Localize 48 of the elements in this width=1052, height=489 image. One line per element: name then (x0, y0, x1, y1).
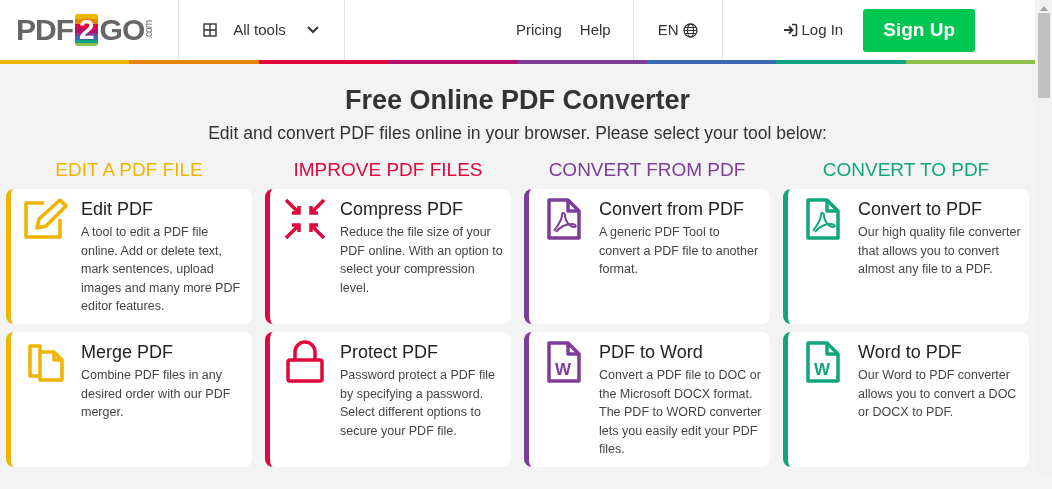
page-title: Free Online PDF Converter (343, 84, 692, 117)
tool-card[interactable]: Edit PDF A tool to edit a PDF file online. Add or delete text, mark sentences, upload images and many more PDF editor features. (6, 189, 252, 325)
section-heading: EDIT A PDF FILE (54, 158, 204, 182)
login-link[interactable]: Log In (782, 18, 844, 42)
language-selector[interactable]: EN (645, 12, 710, 48)
tool-description: A tool to edit a PDF file online. Add or delete text, mark sentences, upload images and many more PDF editor features. (81, 224, 242, 316)
tool-description: Our high quality file converter that allows you to convert almost any file to a PDF. (858, 224, 1021, 279)
all-tools-dropdown[interactable]: All tools (195, 12, 328, 48)
padlock-icon (285, 340, 325, 385)
tool-title: PDF to Word (599, 342, 704, 365)
tool-title: Convert from PDF (599, 199, 746, 222)
section-heading: CONVERT TO PDF (821, 158, 991, 182)
tool-title: Merge PDF (81, 342, 175, 365)
tool-title: Protect PDF (340, 342, 440, 365)
tool-description: A generic PDF Tool to convert a PDF file to another format. (599, 224, 760, 279)
nav-link[interactable]: Pricing (515, 18, 562, 42)
scrollbar-thumb[interactable] (1037, 13, 1050, 98)
login-icon (782, 23, 798, 37)
tool-card[interactable]: Convert to PDF Our high quality file converter that allows you to convert almost any file to a PDF. (783, 189, 1029, 325)
tool-card[interactable]: Convert from PDF A generic PDF Tool to convert a PDF file to another format. (524, 189, 770, 325)
page-subtitle: Edit and convert PDF files online in your browser. Please select your tool below: (207, 122, 828, 146)
tool-card[interactable]: Merge PDF Combine PDF files in any desired order with our PDF merger. (6, 332, 252, 468)
pdf-file-icon (546, 197, 582, 242)
word-file-icon: W (805, 340, 841, 385)
globe-icon (682, 22, 698, 38)
section-heading: IMPROVE PDF FILES (292, 158, 484, 182)
tool-description: Reduce the file size of your PDF online. With an option to select your compression level. (340, 224, 503, 297)
word-file-icon: W (546, 340, 582, 385)
tool-description: Combine PDF files in any desired order with our PDF merger. (81, 367, 232, 422)
arrows-inward-icon (283, 197, 327, 242)
tool-description: Our Word to PDF converter allows you to convert a DOC or DOCX to PDF. (858, 367, 1018, 422)
chevron-down-icon (305, 25, 320, 35)
nav-link[interactable]: Help (579, 18, 611, 42)
tool-title: Compress PDF (340, 199, 465, 222)
tool-card[interactable]: Protect PDF Password protect a PDF file by specifying a password. Select different options to secure your PDF file. (265, 332, 511, 468)
tool-title: Convert to PDF (858, 199, 984, 222)
tool-title: Word to PDF (858, 342, 963, 365)
tool-title: Edit PDF (81, 199, 155, 222)
tool-card[interactable]: W Word to PDF Our Word to PDF converter allows you to convert a DOC or DOCX to PDF. (783, 332, 1029, 468)
section-heading: CONVERT FROM PDF (547, 158, 747, 182)
tool-description: Password protect a PDF file by specifying a password. Select different options to secure your PDF file. (340, 367, 496, 440)
logo[interactable]: PDF 2 GO .com (16, 14, 155, 46)
grid-icon (203, 23, 218, 37)
tool-description: Convert a PDF file to DOC or the Microsoft DOCX format. The PDF to WORD converter lets you easily edit your PDF files. (599, 367, 762, 459)
pdf-file-icon (805, 197, 841, 242)
edit-icon (22, 197, 70, 242)
tool-card[interactable]: Compress PDF Reduce the file size of your PDF online. With an option to select your compression level. (265, 189, 511, 325)
tool-card[interactable]: W PDF to Word Convert a PDF file to DOC or the Microsoft DOCX format. The PDF to WORD converter lets you easily edit your PDF files. (524, 332, 770, 468)
